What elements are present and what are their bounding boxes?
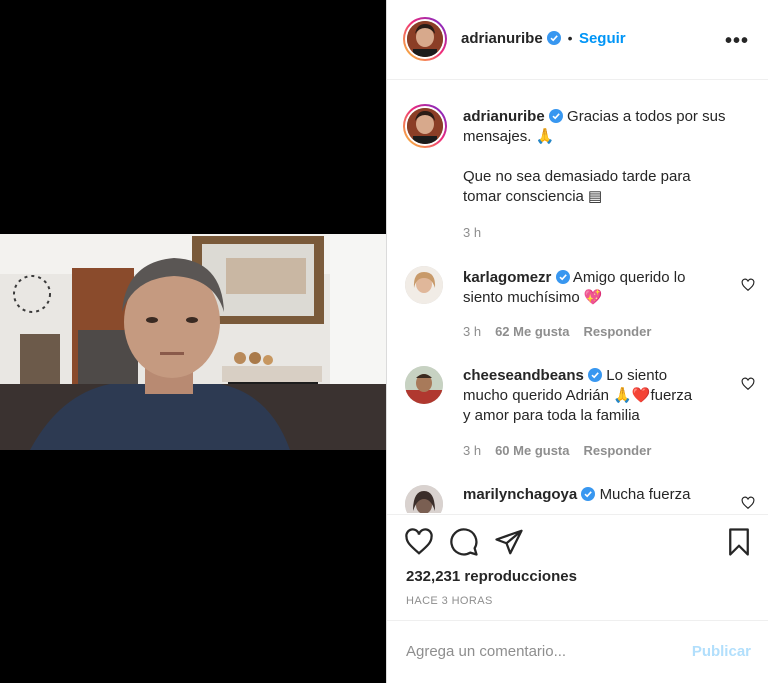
comment-line-2: mucho querido Adrián 🙏❤️fuerza	[463, 387, 693, 404]
more-icon[interactable]: •••	[725, 30, 749, 53]
like-comment-icon[interactable]	[741, 377, 755, 391]
like-icon[interactable]	[404, 527, 434, 557]
caption-age[interactable]: 3 h	[463, 225, 481, 240]
comments-list[interactable]: adrianuribe Gracias a todos por sus mens…	[387, 81, 768, 513]
post-video[interactable]	[0, 234, 386, 450]
action-bar: 232,231 reproducciones HACE 3 HORAS	[387, 514, 768, 620]
comment-line-1: Amigo querido lo	[572, 269, 686, 286]
like-comment-icon[interactable]	[741, 278, 755, 292]
comment-composer: Agrega un comentario... Publicar	[387, 620, 768, 683]
comment-text: cheeseandbeans Lo siento mucho querido A…	[463, 366, 753, 426]
comment-age[interactable]: 3 h	[463, 443, 481, 458]
verified-icon	[547, 31, 562, 45]
comment-meta: 3 h 62 Me gusta Responder	[463, 324, 651, 339]
commenter-avatar[interactable]	[405, 366, 443, 404]
save-icon[interactable]	[724, 527, 754, 557]
comment-line-2: siento muchísimo 💖	[463, 289, 603, 306]
verified-icon	[548, 109, 563, 123]
caption-line-1: Gracias a todos por sus	[567, 108, 726, 125]
share-icon[interactable]	[494, 527, 524, 557]
caption-avatar[interactable]	[403, 104, 447, 148]
comment-likes[interactable]: 60 Me gusta	[495, 443, 569, 458]
commenter-avatar[interactable]	[405, 266, 443, 304]
comment-username[interactable]: karlagomezr	[463, 269, 551, 286]
comment-likes[interactable]: 62 Me gusta	[495, 324, 569, 339]
author-username[interactable]: adrianuribe	[461, 30, 543, 47]
comment-age[interactable]: 3 h	[463, 324, 481, 339]
verified-icon	[588, 368, 603, 382]
comment-meta: 3 h 60 Me gusta Responder	[463, 443, 651, 458]
reply-button[interactable]: Responder	[584, 324, 652, 339]
comment-text: marilynchagoya Mucha fuerza	[463, 485, 753, 505]
views-count[interactable]: 232,231 reproducciones	[406, 568, 577, 585]
separator-dot: •	[567, 30, 573, 46]
post-sidebar: adrianuribe • Seguir ••• adrianuribe Gra…	[386, 0, 768, 683]
post-timestamp[interactable]: HACE 3 HORAS	[406, 595, 493, 607]
commenter-avatar[interactable]	[405, 485, 443, 513]
author-avatar[interactable]	[403, 17, 447, 61]
verified-icon	[581, 487, 596, 501]
comment-text: karlagomezr Amigo querido lo siento much…	[463, 268, 753, 308]
comment-username[interactable]: cheeseandbeans	[463, 367, 584, 384]
caption-text: adrianuribe Gracias a todos por sus mens…	[463, 107, 753, 207]
video-frame-illustration	[0, 234, 386, 450]
caption-username[interactable]: adrianuribe	[463, 108, 545, 125]
caption-line-4: tomar consciencia ▤	[463, 188, 603, 205]
caption-line-2: mensajes. 🙏	[463, 128, 555, 145]
publish-button[interactable]: Publicar	[692, 643, 751, 660]
verified-icon	[555, 270, 570, 284]
comment-icon[interactable]	[449, 527, 479, 557]
like-comment-icon[interactable]	[741, 496, 755, 510]
reply-button[interactable]: Responder	[584, 443, 652, 458]
post-header: adrianuribe • Seguir •••	[387, 0, 768, 80]
caption-line-3: Que no sea demasiado tarde para	[463, 168, 691, 185]
comment-username[interactable]: marilynchagoya	[463, 486, 577, 503]
media-pane	[0, 0, 386, 683]
header-line: adrianuribe • Seguir	[461, 30, 626, 48]
comment-line-1: Lo siento	[606, 367, 668, 384]
comment-input[interactable]: Agrega un comentario...	[406, 643, 566, 660]
follow-button[interactable]: Seguir	[579, 30, 626, 47]
comment-line-3: y amor para toda la familia	[463, 407, 640, 424]
comment-line-1: Mucha fuerza	[599, 486, 691, 503]
